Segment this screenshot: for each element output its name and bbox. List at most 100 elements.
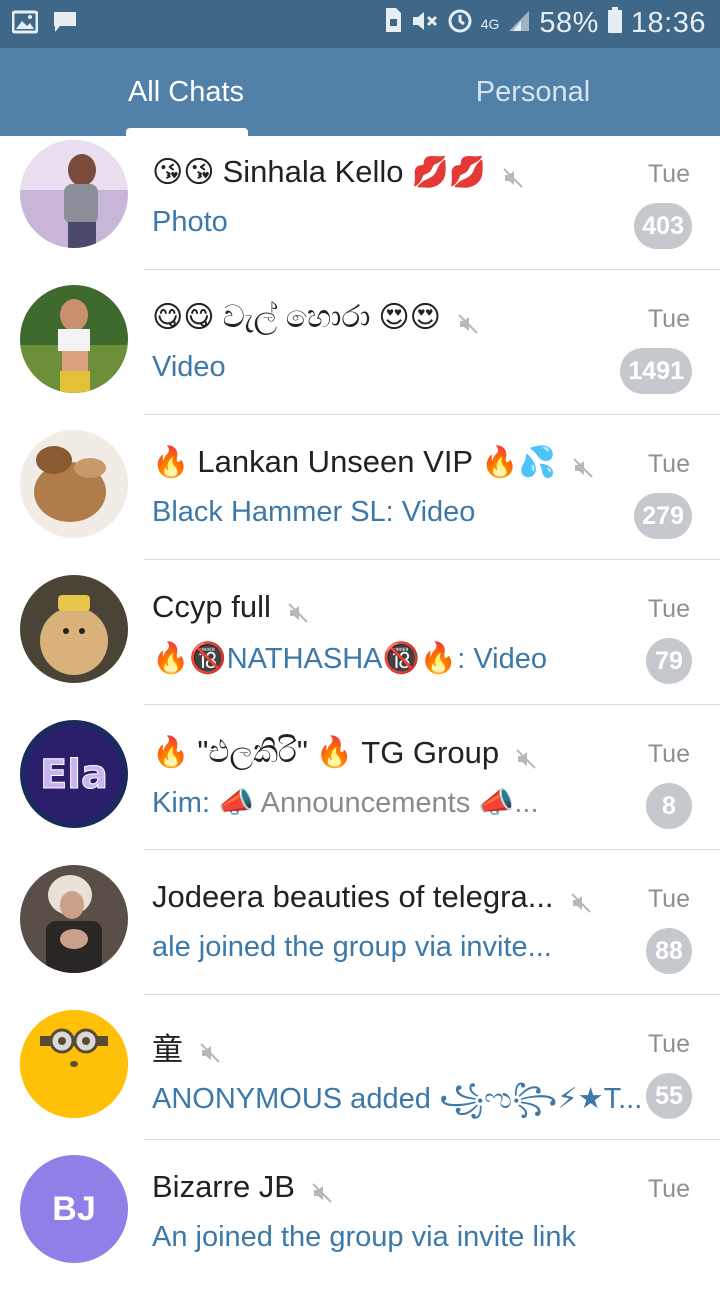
chat-title-suffix: TG Group: [361, 734, 500, 770]
chat-preview: 🔥🔞NATHASHA🔞🔥: Video: [152, 641, 547, 676]
name-emoji-suffix: 💋💋: [411, 155, 487, 189]
chat-name: Ccyp full: [152, 589, 309, 625]
chat-name: Bizarre JB: [152, 1169, 333, 1205]
gallery-notification-icon: [11, 10, 39, 39]
chat-name: 🔥 "එලකිරි" 🔥 TG Group: [152, 734, 537, 771]
chat-name: Jodeera beauties of telegra...: [152, 879, 592, 915]
chat-row[interactable]: Ccyp full 🔥🔞NATHASHA🔞🔥: Video Tue 79: [0, 571, 720, 716]
chat-row[interactable]: 😋😋 වැල් හොරා 😍😍 Video Tue 1491: [0, 281, 720, 426]
name-emoji-prefix: 🔥: [152, 445, 190, 479]
chat-preview: ANONYMOUS added ꧁ಌ꧂⚡★T...: [152, 1083, 643, 1115]
chat-time: Tue: [647, 160, 690, 188]
unread-badge: 403: [634, 203, 692, 249]
battery-icon: [607, 6, 623, 41]
chat-row[interactable]: Ela 🔥 "එලකිරි" 🔥 TG Group Kim: 📣 Announc…: [0, 716, 720, 861]
muted-icon: [570, 886, 592, 913]
preview-emoji-mid: 🔞🔥: [382, 642, 458, 675]
active-tab-indicator: [126, 128, 248, 136]
unread-badge: 55: [646, 1073, 692, 1119]
chat-preview: Black Hammer SL: Video: [152, 496, 476, 528]
name-emoji-suffix: 🔥💦: [481, 445, 556, 479]
row-divider: [144, 414, 720, 415]
chat-title: Bizarre JB: [152, 1169, 295, 1204]
chat-row[interactable]: 童 ANONYMOUS added ꧁ಌ꧂⚡★T... Tue 55: [0, 1006, 720, 1151]
chat-title: Lankan Unseen VIP: [197, 444, 474, 479]
chat-preview: Video: [152, 351, 226, 383]
chat-name: 😘😘 Sinhala Kello 💋💋: [152, 154, 524, 190]
chat-avatar: BJ: [20, 1155, 128, 1263]
tab-personal[interactable]: Personal: [440, 48, 626, 136]
unread-badge: 88: [646, 928, 692, 974]
chat-avatar: [20, 430, 128, 538]
row-divider: [144, 559, 720, 560]
muted-icon: [457, 307, 479, 334]
chat-row[interactable]: Jodeera beauties of telegra... ale joine…: [0, 861, 720, 1006]
name-emoji-mid: 🔥: [315, 736, 354, 769]
chat-preview: ale joined the group via invite...: [152, 931, 552, 963]
chat-avatar: [20, 865, 128, 973]
chat-title: "එලකිරි": [197, 734, 308, 769]
chat-avatar: [20, 140, 128, 248]
preview-emoji-prefix: 🔥🔞: [152, 642, 227, 675]
status-left-icons: [11, 10, 78, 39]
alarm-icon: [447, 7, 473, 40]
chat-name: 童: [152, 1024, 221, 1069]
chat-preview: Photo: [152, 206, 228, 238]
name-emoji-prefix: 😋😋: [152, 301, 215, 334]
chat-name: 😋😋 වැල් හොරා 😍😍: [152, 299, 479, 336]
unread-badge: 279: [634, 493, 692, 539]
signal-icon: [507, 8, 531, 40]
chat-row[interactable]: 🔥 Lankan Unseen VIP 🔥💦 Black Hammer SL: …: [0, 426, 720, 571]
chat-avatar: [20, 285, 128, 393]
chat-time: Tue: [647, 885, 690, 913]
status-right-icons: 4G 58% 18:36: [383, 6, 706, 41]
preview-sender: Kim:: [152, 787, 210, 819]
chat-time: Tue: [647, 595, 690, 623]
chat-title: වැල් හොරා: [222, 299, 371, 334]
muted-icon: [311, 1176, 333, 1203]
chat-title: Ccyp full: [152, 589, 271, 624]
chat-avatar: [20, 1010, 128, 1118]
unread-badge: 1491: [620, 348, 692, 394]
row-divider: [144, 994, 720, 995]
chat-time: Tue: [647, 740, 690, 768]
chat-time: Tue: [647, 450, 690, 478]
preview-text: 📣 Announcements 📣...: [218, 787, 539, 819]
preview-text: : Video: [457, 643, 547, 675]
chat-title: Sinhala Kello: [222, 154, 404, 189]
muted-icon: [502, 161, 524, 188]
chat-name: 🔥 Lankan Unseen VIP 🔥💦: [152, 444, 594, 480]
chat-avatar: Ela: [20, 720, 128, 828]
tab-bar: All Chats Personal: [0, 48, 720, 136]
svg-text:Ela: Ela: [40, 752, 108, 798]
chat-preview: An joined the group via invite link: [152, 1221, 576, 1253]
chat-title: 童: [152, 1032, 183, 1067]
clock: 18:36: [630, 7, 706, 39]
unread-badge: 8: [646, 783, 692, 829]
row-divider: [144, 704, 720, 705]
unread-badge: 79: [646, 638, 692, 684]
muted-icon: [515, 742, 537, 769]
tab-all-chats[interactable]: All Chats: [100, 48, 272, 136]
message-notification-icon: [52, 10, 78, 39]
chat-time: Tue: [647, 305, 690, 333]
preview-sender: NATHASHA: [226, 643, 383, 675]
battery-percent: 58%: [539, 7, 599, 39]
name-emoji-prefix: 😘😘: [152, 155, 215, 189]
row-divider: [144, 849, 720, 850]
status-bar: 4G 58% 18:36: [0, 0, 720, 48]
sim-icon: [383, 7, 403, 40]
network-type-icon: 4G: [480, 15, 500, 32]
avatar-initials: BJ: [52, 1189, 96, 1228]
chat-time: Tue: [647, 1030, 690, 1058]
chat-title: Jodeera beauties of telegra...: [152, 879, 554, 914]
name-emoji-prefix: 🔥: [152, 736, 190, 769]
chat-preview: Kim: 📣 Announcements 📣...: [152, 786, 539, 820]
chat-time: Tue: [647, 1175, 690, 1203]
row-divider: [144, 1139, 720, 1140]
chat-row[interactable]: 😘😘 Sinhala Kello 💋💋 Photo Tue 403: [0, 136, 720, 281]
chat-row[interactable]: BJ Bizarre JB An joined the group via in…: [0, 1151, 720, 1296]
muted-icon: [572, 451, 594, 478]
mute-status-icon: [411, 8, 439, 40]
chat-avatar: [20, 575, 128, 683]
